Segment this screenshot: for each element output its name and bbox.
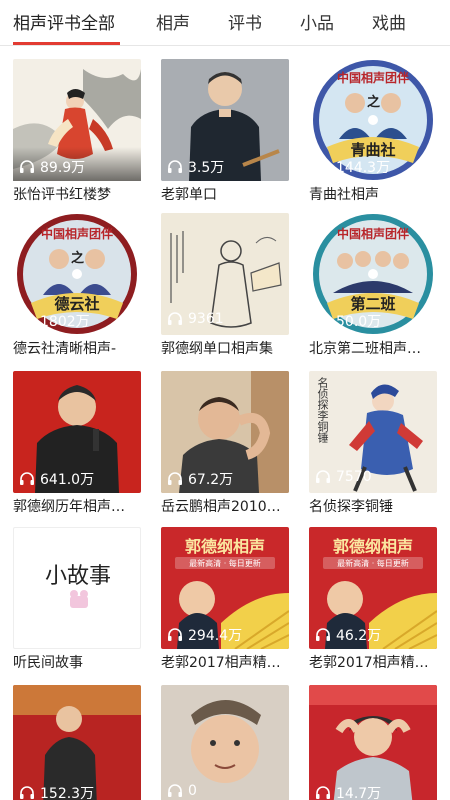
play-count: 1802万: [19, 311, 90, 331]
headphones-icon: [315, 160, 331, 174]
play-count-value: 144.3万: [336, 160, 391, 176]
category-tab-bar: 相声评书全部 相声 评书 小品 戏曲: [0, 0, 450, 46]
poster-title-text: 郭德纲相声: [184, 537, 265, 556]
album-grid: 89.9万 张怡评书红楼梦 3.5万 老郭单口 中国相声团伴 之 青曲社 144…: [0, 46, 450, 800]
album-title[interactable]: 听民间故事: [13, 652, 141, 672]
album-title[interactable]: 老郭2017相声精…: [309, 652, 437, 672]
disc-zhi-text: 之: [367, 95, 381, 110]
play-count-value: 294.4万: [188, 628, 243, 644]
album-title[interactable]: 北京第二班相声…: [309, 338, 437, 358]
album-title[interactable]: 郭德纲历年相声…: [13, 496, 141, 516]
headphones-icon: [167, 312, 183, 326]
headphones-icon: [315, 314, 331, 328]
play-count-value: 1802万: [40, 314, 90, 330]
headphones-icon: [19, 628, 35, 642]
play-count: 14.7万: [315, 783, 381, 800]
album-title[interactable]: 岳云鹏相声2010…: [161, 496, 289, 516]
album-title[interactable]: 德云社清晰相声-: [13, 338, 141, 358]
play-count: 3.5万: [167, 157, 224, 177]
play-count-value: 14.7万: [336, 786, 382, 800]
disc-header-text: 中国相声团伴: [40, 227, 113, 241]
disc-zhi-text: 之: [71, 251, 85, 266]
play-count-value: 6.5万: [40, 628, 77, 644]
headphones-icon: [167, 472, 183, 486]
play-count-value: 46.2万: [336, 628, 382, 644]
headphones-icon: [315, 628, 331, 642]
poster-sub-text: 最新高清 · 每日更新: [189, 559, 261, 568]
play-count-value: 9361: [188, 311, 224, 327]
album-title[interactable]: 青曲社相声: [309, 184, 437, 204]
headphones-icon: [19, 472, 35, 486]
play-count-value: 50.0万: [336, 314, 382, 330]
play-count: 641.0万: [19, 469, 94, 489]
poster-title-text: 郭德纲相声: [332, 537, 413, 556]
tab-pingshu[interactable]: 评书: [228, 9, 262, 34]
play-count: 67.2万: [167, 469, 233, 489]
album-title[interactable]: 郭德纲单口相声集: [161, 338, 289, 358]
play-count-value: 7570: [336, 469, 372, 485]
play-count: 6.5万: [19, 625, 76, 645]
poster-sub-text: 最新高清 · 每日更新: [337, 559, 409, 568]
play-count: 0: [167, 783, 197, 799]
play-count: 7570: [315, 469, 372, 485]
play-count: 294.4万: [167, 625, 242, 645]
album-title[interactable]: 名侦探李铜锤: [309, 496, 437, 516]
calligraphy-text: 名侦探李铜锤: [316, 377, 329, 443]
active-tab-indicator: [13, 42, 120, 45]
play-count: 89.9万: [19, 157, 85, 177]
tab-xiangsheng[interactable]: 相声: [156, 9, 190, 34]
play-count-value: 89.9万: [40, 160, 86, 176]
play-count-value: 0: [188, 783, 197, 799]
album-title[interactable]: 老郭单口: [161, 184, 289, 204]
headphones-icon: [167, 784, 183, 798]
tab-xiqu[interactable]: 戏曲: [372, 9, 406, 34]
play-count: 46.2万: [315, 625, 381, 645]
play-count: 50.0万: [315, 311, 381, 331]
album-title[interactable]: 老郭2017相声精…: [161, 652, 289, 672]
play-count-value: 3.5万: [188, 160, 225, 176]
headphones-icon: [167, 628, 183, 642]
headphones-icon: [19, 314, 35, 328]
tab-xiaopin[interactable]: 小品: [300, 9, 334, 34]
play-count-value: 152.3万: [40, 786, 95, 800]
headphones-icon: [315, 470, 331, 484]
play-count-value: 67.2万: [188, 472, 234, 488]
headphones-icon: [315, 786, 331, 800]
headphones-icon: [167, 160, 183, 174]
disc-header-text: 中国相声团伴: [336, 227, 409, 241]
play-count: 152.3万: [19, 783, 94, 800]
headphones-icon: [19, 786, 35, 800]
headphones-icon: [19, 160, 35, 174]
play-count-value: 641.0万: [40, 472, 95, 488]
tab-all[interactable]: 相声评书全部: [13, 9, 115, 34]
album-title[interactable]: 张怡评书红楼梦: [13, 184, 141, 204]
disc-header-text: 中国相声团伴: [336, 71, 409, 85]
play-count: 9361: [167, 311, 224, 327]
play-count: 144.3万: [315, 157, 390, 177]
